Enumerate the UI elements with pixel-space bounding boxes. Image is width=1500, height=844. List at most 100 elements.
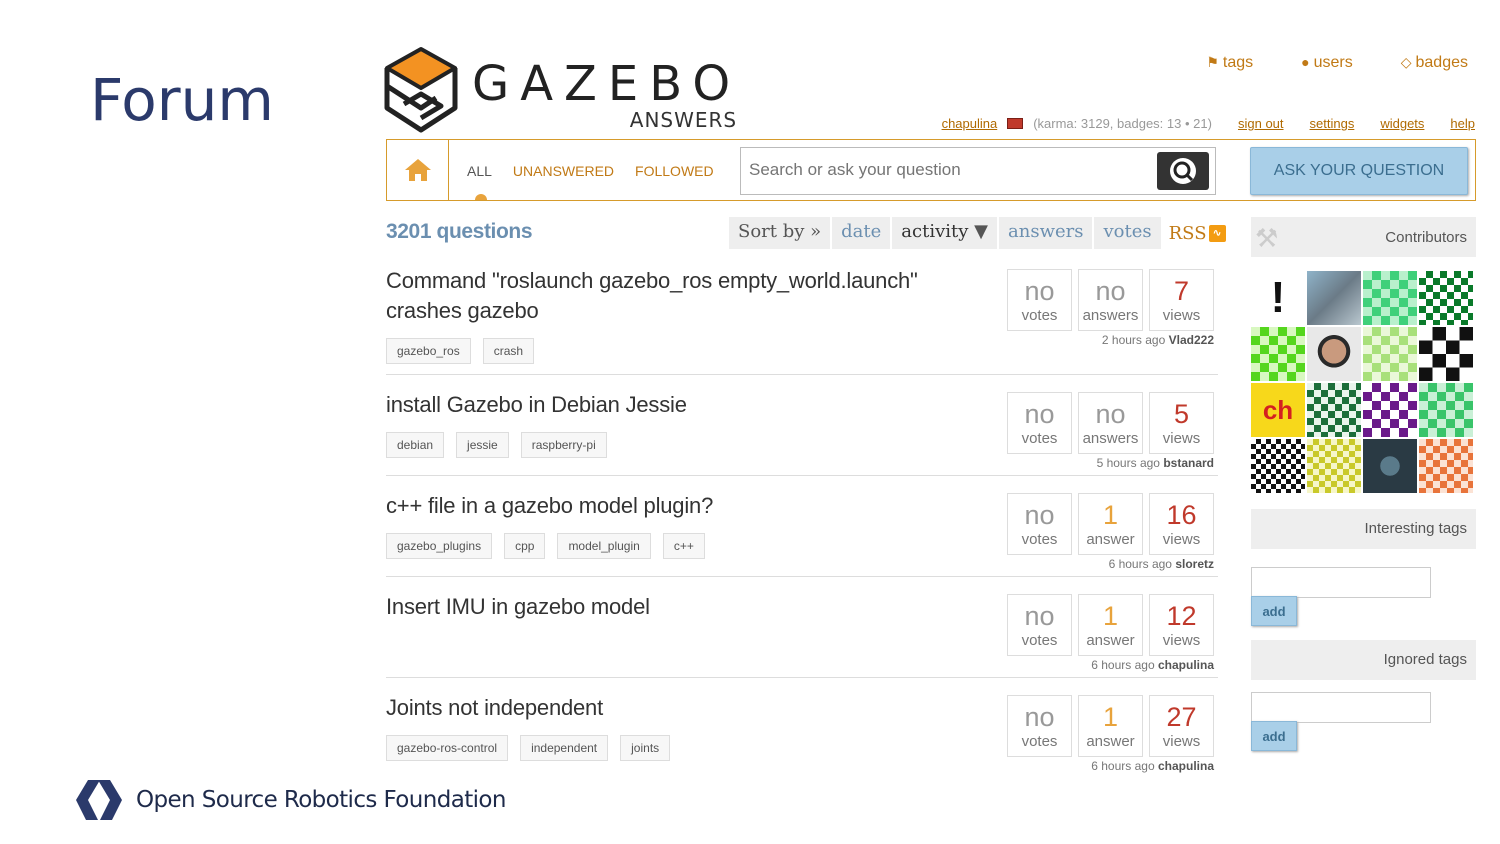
widgets-link[interactable]: widgets — [1380, 116, 1424, 131]
scope-followed-tab[interactable]: FOLLOWED — [635, 163, 714, 179]
answers-count: no — [1095, 276, 1126, 306]
rss-link[interactable]: RSS ∿ — [1163, 217, 1232, 249]
osrf-logo: Open Source Robotics Foundation — [74, 778, 506, 822]
ignored-tags-header: Ignored tags — [1251, 640, 1476, 680]
home-button[interactable] — [387, 140, 449, 200]
tags-link-label: tags — [1222, 54, 1254, 71]
karma-info: (karma: 3129, badges: 13 • 21) — [1033, 116, 1212, 131]
sort-activity-button[interactable]: activity ▼ — [892, 217, 998, 249]
question-user-link[interactable]: chapulina — [1158, 759, 1214, 773]
question-user-link[interactable]: bstanard — [1163, 456, 1214, 470]
badges-link[interactable]: ◇ badges — [1401, 54, 1468, 72]
answers-label: answers — [1082, 307, 1139, 324]
votes-label: votes — [1021, 531, 1058, 548]
question-title-link[interactable]: Insert IMU in gazebo model — [386, 592, 986, 622]
wrench-icon: ⚒ — [1255, 223, 1279, 253]
question-title-link[interactable]: c++ file in a gazebo model plugin? — [386, 491, 986, 521]
sort-votes-button[interactable]: votes — [1094, 217, 1161, 249]
interesting-tags-input[interactable] — [1251, 567, 1431, 598]
active-scope-indicator — [475, 194, 487, 200]
question-title-link[interactable]: install Gazebo in Debian Jessie — [386, 390, 986, 420]
avatar[interactable] — [1251, 439, 1305, 493]
views-label: views — [1162, 307, 1201, 324]
avatar[interactable] — [1307, 439, 1361, 493]
answers-count: no — [1095, 399, 1126, 429]
settings-link[interactable]: settings — [1310, 116, 1355, 131]
avatar[interactable]: ! — [1251, 271, 1305, 325]
question-time: 6 hours ago — [1108, 557, 1172, 571]
tag-chip[interactable]: c++ — [662, 533, 705, 559]
avatar[interactable] — [1363, 383, 1417, 437]
question-user-link[interactable]: Vlad222 — [1169, 333, 1214, 347]
avatar[interactable] — [1307, 383, 1361, 437]
sign-out-link[interactable]: sign out — [1238, 116, 1284, 131]
interesting-tags-header: Interesting tags — [1251, 509, 1476, 549]
avatar[interactable] — [1419, 439, 1473, 493]
add-interesting-tag-button[interactable]: add — [1251, 596, 1297, 626]
avatar[interactable] — [1251, 327, 1305, 381]
avatar[interactable] — [1363, 327, 1417, 381]
osrf-mark-icon — [76, 780, 122, 820]
tag-chip[interactable]: gazebo-ros-control — [386, 735, 509, 761]
answers-label: answer — [1086, 733, 1135, 750]
answers-box: 1 answer — [1078, 695, 1143, 757]
contributors-title: Contributors — [1385, 229, 1467, 246]
answers-box: no answers — [1078, 392, 1143, 454]
ignored-tags-input[interactable] — [1251, 692, 1431, 723]
scope-all-tab[interactable]: ALL — [467, 163, 492, 179]
help-link[interactable]: help — [1450, 116, 1475, 131]
question-title-link[interactable]: Command "roslaunch gazebo_ros empty_worl… — [386, 266, 986, 326]
users-link[interactable]: ● users — [1301, 54, 1353, 72]
tag-chip[interactable]: joints — [620, 735, 671, 761]
answers-box: 1 answer — [1078, 493, 1143, 555]
search-button[interactable] — [1157, 152, 1209, 190]
question-meta: 5 hours ago bstanard — [1097, 456, 1214, 470]
logo-wordmark: GAZEBO — [472, 56, 742, 112]
question-tags: debian jessie raspberry-pi — [386, 432, 607, 458]
tag-chip[interactable]: crash — [482, 338, 535, 364]
tag-chip[interactable]: debian — [386, 432, 445, 458]
avatar[interactable] — [1419, 327, 1473, 381]
question-time: 5 hours ago — [1096, 456, 1160, 470]
sort-date-button[interactable]: date — [832, 217, 891, 249]
tag-chip[interactable]: gazebo_plugins — [386, 533, 493, 559]
views-box: 12 views — [1149, 594, 1214, 656]
avatar[interactable] — [1307, 271, 1361, 325]
question-user-link[interactable]: chapulina — [1158, 658, 1214, 672]
scope-unanswered-tab[interactable]: UNANSWERED — [513, 163, 614, 179]
search-input[interactable] — [749, 160, 1149, 180]
votes-box: no votes — [1007, 493, 1072, 555]
answers-count: 1 — [1102, 702, 1119, 732]
tag-chip[interactable]: jessie — [456, 432, 509, 458]
karma-close: ) — [1207, 116, 1212, 131]
inbox-flag-icon[interactable] — [1007, 118, 1024, 129]
tag-chip[interactable]: independent — [520, 735, 609, 761]
avatar[interactable] — [1307, 327, 1361, 381]
question-title-link[interactable]: Joints not independent — [386, 693, 986, 723]
avatar[interactable] — [1419, 383, 1473, 437]
sort-down-arrow-icon: ▼ — [974, 221, 989, 242]
interesting-tags-title: Interesting tags — [1364, 520, 1467, 537]
tag-chip[interactable]: raspberry-pi — [520, 432, 607, 458]
tags-link[interactable]: ⚑ tags — [1206, 54, 1253, 72]
ask-question-button[interactable]: ASK YOUR QUESTION — [1250, 147, 1468, 195]
votes-label: votes — [1021, 733, 1058, 750]
avatar[interactable] — [1363, 439, 1417, 493]
username-link[interactable]: chapulina — [942, 116, 998, 131]
tag-chip[interactable]: cpp — [504, 533, 546, 559]
users-icon: ● — [1301, 54, 1310, 70]
avatar[interactable]: ch — [1251, 383, 1305, 437]
sort-answers-button[interactable]: answers — [999, 217, 1093, 249]
question-time: 6 hours ago — [1091, 759, 1155, 773]
votes-label: votes — [1021, 430, 1058, 447]
gazebo-answers-logo[interactable]: GAZEBO ANSWERS — [384, 46, 741, 134]
tag-chip[interactable]: gazebo_ros — [386, 338, 471, 364]
avatar[interactable] — [1363, 271, 1417, 325]
tag-chip[interactable]: model_plugin — [557, 533, 651, 559]
votes-box: no votes — [1007, 392, 1072, 454]
question-meta: 2 hours ago Vlad222 — [1102, 333, 1214, 347]
gazebo-logo-icon — [384, 47, 458, 133]
avatar[interactable] — [1419, 271, 1473, 325]
question-user-link[interactable]: sloretz — [1175, 557, 1214, 571]
add-ignored-tag-button[interactable]: add — [1251, 721, 1297, 751]
